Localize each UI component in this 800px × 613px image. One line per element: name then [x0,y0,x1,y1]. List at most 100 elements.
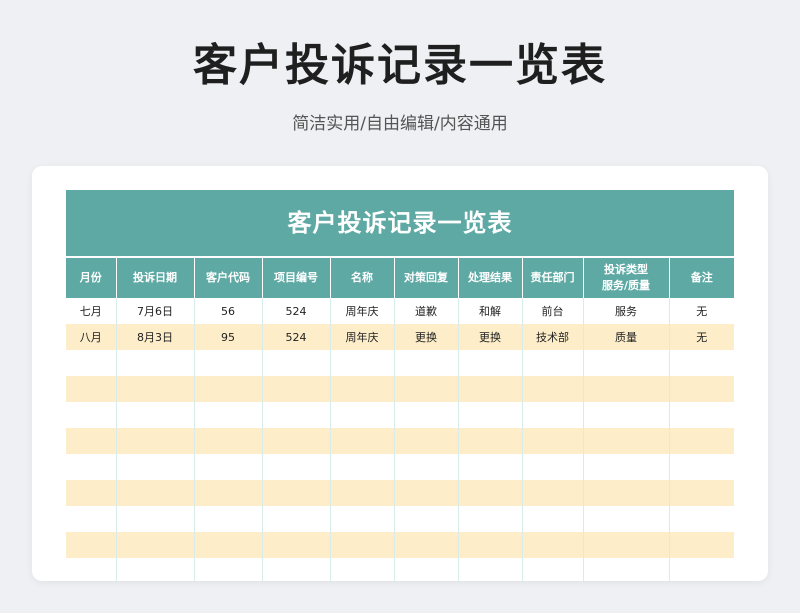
table-cell[interactable] [522,480,584,506]
table-cell[interactable] [330,558,395,581]
table-cell[interactable] [669,480,734,506]
table-cell[interactable] [116,558,195,581]
table-cell[interactable] [194,376,263,402]
table-cell[interactable] [522,402,584,428]
table-cell[interactable]: 周年庆 [330,324,395,350]
table-cell[interactable]: 无 [669,324,734,350]
table-cell[interactable] [669,506,734,532]
table-cell[interactable] [194,402,263,428]
table-cell[interactable] [394,454,459,480]
table-cell[interactable] [583,454,670,480]
table-cell[interactable] [458,480,523,506]
column-header[interactable]: 月份 [66,258,117,298]
column-header[interactable]: 项目编号 [262,258,331,298]
table-cell[interactable] [394,506,459,532]
table-cell[interactable] [194,532,263,558]
table-cell[interactable] [394,558,459,581]
table-cell[interactable] [262,428,331,454]
table-cell[interactable] [66,506,117,532]
table-cell[interactable] [66,376,117,402]
table-cell[interactable] [522,376,584,402]
table-cell[interactable] [262,532,331,558]
table-cell[interactable] [394,402,459,428]
table-cell[interactable] [394,428,459,454]
column-header[interactable]: 处理结果 [458,258,523,298]
table-cell[interactable] [330,350,395,376]
table-cell[interactable] [522,506,584,532]
table-cell[interactable] [66,532,117,558]
table-cell[interactable] [669,350,734,376]
table-cell[interactable] [262,558,331,581]
table-cell[interactable] [116,428,195,454]
table-cell[interactable] [458,428,523,454]
table-cell[interactable] [330,532,395,558]
table-cell[interactable] [66,402,117,428]
table-cell[interactable]: 更换 [458,324,523,350]
table-cell[interactable] [669,558,734,581]
table-cell[interactable] [330,376,395,402]
table-cell[interactable] [583,506,670,532]
table-cell[interactable] [669,454,734,480]
table-cell[interactable] [194,428,263,454]
table-cell[interactable]: 周年庆 [330,298,395,324]
table-cell[interactable] [394,376,459,402]
table-cell[interactable] [522,454,584,480]
table-cell[interactable] [669,402,734,428]
table-cell[interactable] [669,376,734,402]
table-cell[interactable] [194,506,263,532]
table-cell[interactable]: 服务 [583,298,670,324]
table-cell[interactable]: 前台 [522,298,584,324]
table-cell[interactable] [458,402,523,428]
table-cell[interactable] [522,350,584,376]
column-header[interactable]: 客户代码 [194,258,263,298]
table-cell[interactable] [66,558,117,581]
table-cell[interactable] [522,428,584,454]
table-cell[interactable] [194,480,263,506]
table-cell[interactable] [262,402,331,428]
table-cell[interactable] [66,454,117,480]
table-cell[interactable] [330,428,395,454]
table-cell[interactable] [262,350,331,376]
table-cell[interactable] [583,558,670,581]
table-cell[interactable] [669,428,734,454]
table-cell[interactable] [394,480,459,506]
table-cell[interactable] [330,506,395,532]
sheet-title[interactable]: 客户投诉记录一览表 [66,190,734,258]
table-cell[interactable] [522,558,584,581]
column-header[interactable]: 备注 [669,258,734,298]
table-cell[interactable] [394,350,459,376]
column-header[interactable]: 对策回复 [394,258,459,298]
table-cell[interactable] [522,532,584,558]
table-cell[interactable] [458,454,523,480]
table-cell[interactable] [583,402,670,428]
table-cell[interactable] [583,376,670,402]
table-cell[interactable] [262,480,331,506]
table-cell[interactable]: 更换 [394,324,459,350]
table-cell[interactable]: 524 [262,324,331,350]
table-cell[interactable] [583,428,670,454]
table-cell[interactable] [583,532,670,558]
table-cell[interactable] [116,402,195,428]
table-cell[interactable] [262,376,331,402]
table-cell[interactable]: 7月6日 [116,298,195,324]
table-cell[interactable] [330,454,395,480]
table-cell[interactable]: 无 [669,298,734,324]
table-cell[interactable] [116,506,195,532]
table-cell[interactable] [262,454,331,480]
table-cell[interactable] [194,350,263,376]
table-cell[interactable] [116,350,195,376]
table-cell[interactable] [194,558,263,581]
table-cell[interactable]: 质量 [583,324,670,350]
table-cell[interactable] [458,376,523,402]
table-cell[interactable]: 8月3日 [116,324,195,350]
table-cell[interactable] [194,454,263,480]
table-cell[interactable]: 道歉 [394,298,459,324]
table-cell[interactable]: 技术部 [522,324,584,350]
table-cell[interactable] [116,480,195,506]
table-cell[interactable] [583,350,670,376]
column-header[interactable]: 责任部门 [522,258,584,298]
table-cell[interactable]: 七月 [66,298,117,324]
table-cell[interactable] [669,532,734,558]
table-cell[interactable] [66,350,117,376]
table-cell[interactable] [458,350,523,376]
